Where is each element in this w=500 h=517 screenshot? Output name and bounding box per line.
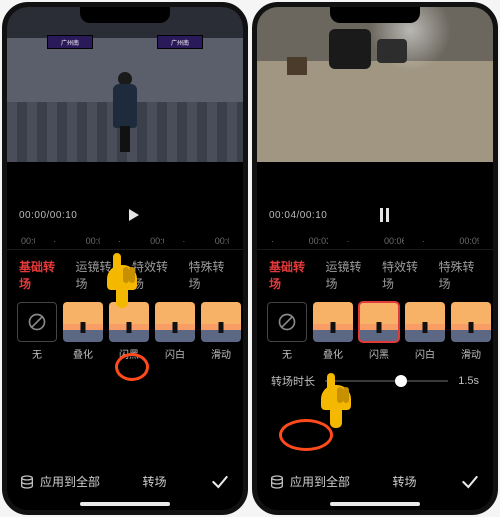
tab-camera[interactable]: 运镜转场 xyxy=(76,258,119,292)
phone-left: 广州南 广州南 00:00/00:10 00:00 · 00:03 · 00:0… xyxy=(2,2,248,515)
transition-item-slide[interactable]: 滑动 xyxy=(201,302,241,361)
playback-timestamp: 00:04/00:10 xyxy=(269,210,327,221)
none-icon xyxy=(27,312,47,332)
station-sign: 广州南 xyxy=(47,35,93,49)
tab-camera[interactable]: 运镜转场 xyxy=(326,258,369,292)
station-sign: 广州南 xyxy=(157,35,203,49)
video-preview[interactable] xyxy=(257,7,493,162)
phone-right: 00:04/00:10 · 00:03 · 00:06 · 00:09 基础转场… xyxy=(252,2,498,515)
duration-value: 1.5s xyxy=(458,375,479,387)
playback-bar: 00:00/00:10 xyxy=(7,198,243,232)
device-notch xyxy=(80,7,170,23)
layers-icon xyxy=(269,474,285,490)
video-preview[interactable]: 广州南 广州南 xyxy=(7,7,243,162)
slider-knob[interactable] xyxy=(395,375,407,387)
layers-icon xyxy=(19,474,35,490)
apply-to-all-label: 应用到全部 xyxy=(290,473,350,490)
panel-title: 转场 xyxy=(110,473,199,490)
confirm-button[interactable] xyxy=(457,472,483,492)
duration-label: 转场时长 xyxy=(271,373,315,389)
play-button[interactable] xyxy=(123,204,145,226)
transition-item-flash-black[interactable]: 闪黑 xyxy=(359,302,399,361)
check-icon xyxy=(460,472,480,492)
transition-item-none[interactable]: 无 xyxy=(267,302,307,361)
timeline-ruler[interactable]: 00:00 · 00:03 · 00:06 · 00:09 xyxy=(7,232,243,250)
transition-duration-row: 转场时长 1.5s xyxy=(257,363,493,393)
playback-timestamp: 00:00/00:10 xyxy=(19,210,77,221)
transition-item-flash-white[interactable]: 闪白 xyxy=(155,302,195,361)
home-indicator[interactable] xyxy=(330,502,420,506)
transition-item-slide[interactable]: 滑动 xyxy=(451,302,491,361)
tab-basic[interactable]: 基础转场 xyxy=(269,258,312,292)
transition-item-dissolve[interactable]: 叠化 xyxy=(313,302,353,361)
apply-to-all-label: 应用到全部 xyxy=(40,473,100,490)
pause-button[interactable] xyxy=(373,204,395,226)
tab-effect[interactable]: 特效转场 xyxy=(132,258,175,292)
pause-icon xyxy=(380,208,389,222)
confirm-button[interactable] xyxy=(207,472,233,492)
transition-thumbnails: 无 叠化 闪黑 闪白 滑动 xyxy=(257,298,493,363)
tab-special[interactable]: 特殊转场 xyxy=(189,258,232,292)
none-icon xyxy=(277,312,297,332)
panel-title: 转场 xyxy=(360,473,449,490)
check-icon xyxy=(210,472,230,492)
tab-effect[interactable]: 特效转场 xyxy=(382,258,425,292)
apply-to-all-button[interactable]: 应用到全部 xyxy=(267,469,352,494)
apply-to-all-button[interactable]: 应用到全部 xyxy=(17,469,102,494)
tab-basic[interactable]: 基础转场 xyxy=(19,258,62,292)
transition-item-none[interactable]: 无 xyxy=(17,302,57,361)
transition-thumbnails: 无 叠化 闪黑 闪白 滑动 xyxy=(7,298,243,363)
play-icon xyxy=(129,209,139,221)
transition-item-flash-black[interactable]: 闪黑 xyxy=(109,302,149,361)
duration-slider[interactable] xyxy=(325,380,448,382)
home-indicator[interactable] xyxy=(80,502,170,506)
transition-category-tabs: 基础转场 运镜转场 特效转场 特殊转场 xyxy=(257,250,493,298)
timeline-ruler[interactable]: · 00:03 · 00:06 · 00:09 xyxy=(257,232,493,250)
transition-category-tabs: 基础转场 运镜转场 特效转场 特殊转场 xyxy=(7,250,243,298)
tab-special[interactable]: 特殊转场 xyxy=(439,258,482,292)
playback-bar: 00:04/00:10 xyxy=(257,198,493,232)
device-notch xyxy=(330,7,420,23)
transition-item-dissolve[interactable]: 叠化 xyxy=(63,302,103,361)
transition-item-flash-white[interactable]: 闪白 xyxy=(405,302,445,361)
